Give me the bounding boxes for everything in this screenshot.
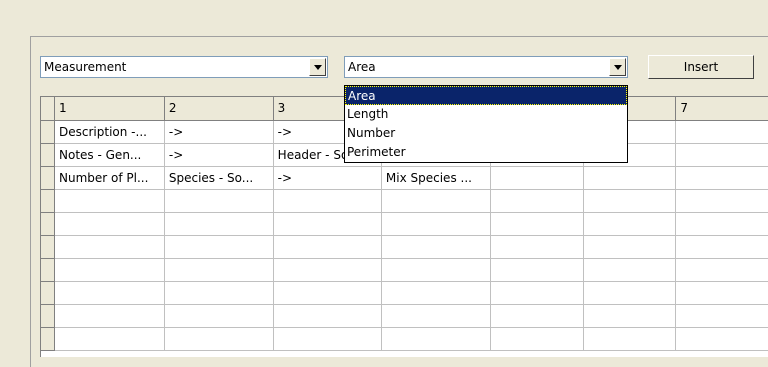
grid-cell[interactable]	[490, 189, 584, 213]
grid-cell[interactable]	[675, 189, 768, 213]
chevron-down-icon[interactable]	[609, 58, 626, 76]
grid-cell[interactable]	[381, 258, 492, 282]
grid-cell[interactable]	[583, 304, 677, 328]
grid-cell[interactable]	[54, 212, 165, 236]
grid-cell[interactable]	[164, 327, 274, 351]
grid-cell[interactable]	[54, 304, 165, 328]
grid-cell[interactable]	[675, 304, 768, 328]
grid-cell[interactable]	[583, 327, 677, 351]
grid-cell[interactable]	[490, 304, 584, 328]
grid-cell[interactable]: Notes - Gen...	[54, 143, 165, 167]
grid-cell[interactable]	[381, 189, 492, 213]
grid-cell[interactable]	[675, 120, 768, 144]
grid-cell[interactable]	[273, 281, 382, 305]
grid-cell[interactable]	[675, 327, 768, 351]
measurement-combobox-value: Measurement	[44, 60, 127, 74]
row-header[interactable]	[41, 166, 55, 190]
grid-cell[interactable]	[675, 235, 768, 259]
row-header[interactable]	[41, 258, 55, 282]
grid-cell[interactable]: Description -...	[54, 120, 165, 144]
grid-cell[interactable]	[381, 235, 492, 259]
grid-cell[interactable]: ->	[273, 166, 382, 190]
table-row	[41, 235, 768, 259]
grid-cell[interactable]	[490, 212, 584, 236]
table-row	[41, 189, 768, 213]
grid-cell[interactable]	[273, 189, 382, 213]
grid-cell[interactable]	[273, 327, 382, 351]
grid-cell[interactable]: Species - So...	[164, 166, 274, 190]
table-row	[41, 281, 768, 305]
column-header[interactable]: 2	[164, 97, 274, 121]
row-header[interactable]	[41, 281, 55, 305]
grid-cell[interactable]	[54, 281, 165, 305]
grid-cell[interactable]	[54, 327, 165, 351]
measurement-combobox[interactable]: Measurement	[40, 56, 328, 78]
grid-cell[interactable]	[164, 212, 274, 236]
grid-cell[interactable]: Number of Pl...	[54, 166, 165, 190]
grid-cell[interactable]	[583, 212, 677, 236]
grid-cell[interactable]: ->	[164, 143, 274, 167]
column-header[interactable]: 1	[54, 97, 165, 121]
row-header[interactable]	[41, 235, 55, 259]
dropdown-option[interactable]: Number	[345, 124, 627, 143]
grid-cell[interactable]	[164, 189, 274, 213]
dropdown-option[interactable]: Length	[345, 105, 627, 124]
dropdown-option[interactable]: Perimeter	[345, 143, 627, 162]
grid-cell[interactable]	[490, 166, 584, 190]
row-header[interactable]	[41, 327, 55, 351]
grid-cell[interactable]	[490, 281, 584, 305]
grid-cell[interactable]	[675, 166, 768, 190]
grid-cell[interactable]	[164, 235, 274, 259]
column-header[interactable]: 7	[675, 97, 768, 121]
grid-cell[interactable]	[273, 212, 382, 236]
row-header[interactable]	[41, 212, 55, 236]
grid-cell[interactable]	[675, 143, 768, 167]
grid-cell[interactable]	[164, 304, 274, 328]
grid-cell[interactable]	[583, 258, 677, 282]
grid-cell[interactable]	[381, 304, 492, 328]
dropdown-option[interactable]: Area	[345, 86, 627, 105]
grid-cell[interactable]	[583, 189, 677, 213]
row-header[interactable]	[41, 143, 55, 167]
measurement-type-combobox[interactable]: Area	[344, 56, 628, 78]
measurement-type-dropdown-list[interactable]: Area Length Number Perimeter	[344, 85, 628, 163]
row-header[interactable]	[41, 120, 55, 144]
grid-cell[interactable]	[273, 258, 382, 282]
grid-cell[interactable]	[675, 212, 768, 236]
grid-cell[interactable]	[54, 258, 165, 282]
grid-corner	[41, 97, 55, 121]
grid-cell[interactable]	[54, 235, 165, 259]
grid-cell[interactable]	[490, 327, 584, 351]
grid-cell[interactable]	[583, 166, 677, 190]
grid-cell[interactable]	[164, 281, 274, 305]
row-header[interactable]	[41, 189, 55, 213]
grid-cell[interactable]	[675, 258, 768, 282]
grid-cell[interactable]	[381, 281, 492, 305]
grid-cell[interactable]	[381, 212, 492, 236]
insert-button[interactable]: Insert	[648, 55, 754, 79]
grid-cell[interactable]	[583, 281, 677, 305]
chevron-down-icon[interactable]	[309, 58, 326, 76]
grid-cell[interactable]	[675, 281, 768, 305]
grid-cell[interactable]	[381, 327, 492, 351]
grid-cell[interactable]	[490, 235, 584, 259]
grid-cell[interactable]	[273, 304, 382, 328]
table-row	[41, 212, 768, 236]
grid-cell[interactable]	[164, 258, 274, 282]
table-row	[41, 304, 768, 328]
grid-cell[interactable]: ->	[164, 120, 274, 144]
grid-cell[interactable]: Mix Species ...	[381, 166, 492, 190]
grid-cell[interactable]	[273, 235, 382, 259]
grid-cell[interactable]	[490, 258, 584, 282]
grid-cell[interactable]	[54, 189, 165, 213]
measurement-type-combobox-value: Area	[348, 60, 376, 74]
grid-cell[interactable]	[583, 235, 677, 259]
table-row: Number of Pl... Species - So... -> Mix Spec…	[41, 166, 768, 190]
table-row	[41, 258, 768, 282]
table-row	[41, 327, 768, 351]
row-header[interactable]	[41, 304, 55, 328]
